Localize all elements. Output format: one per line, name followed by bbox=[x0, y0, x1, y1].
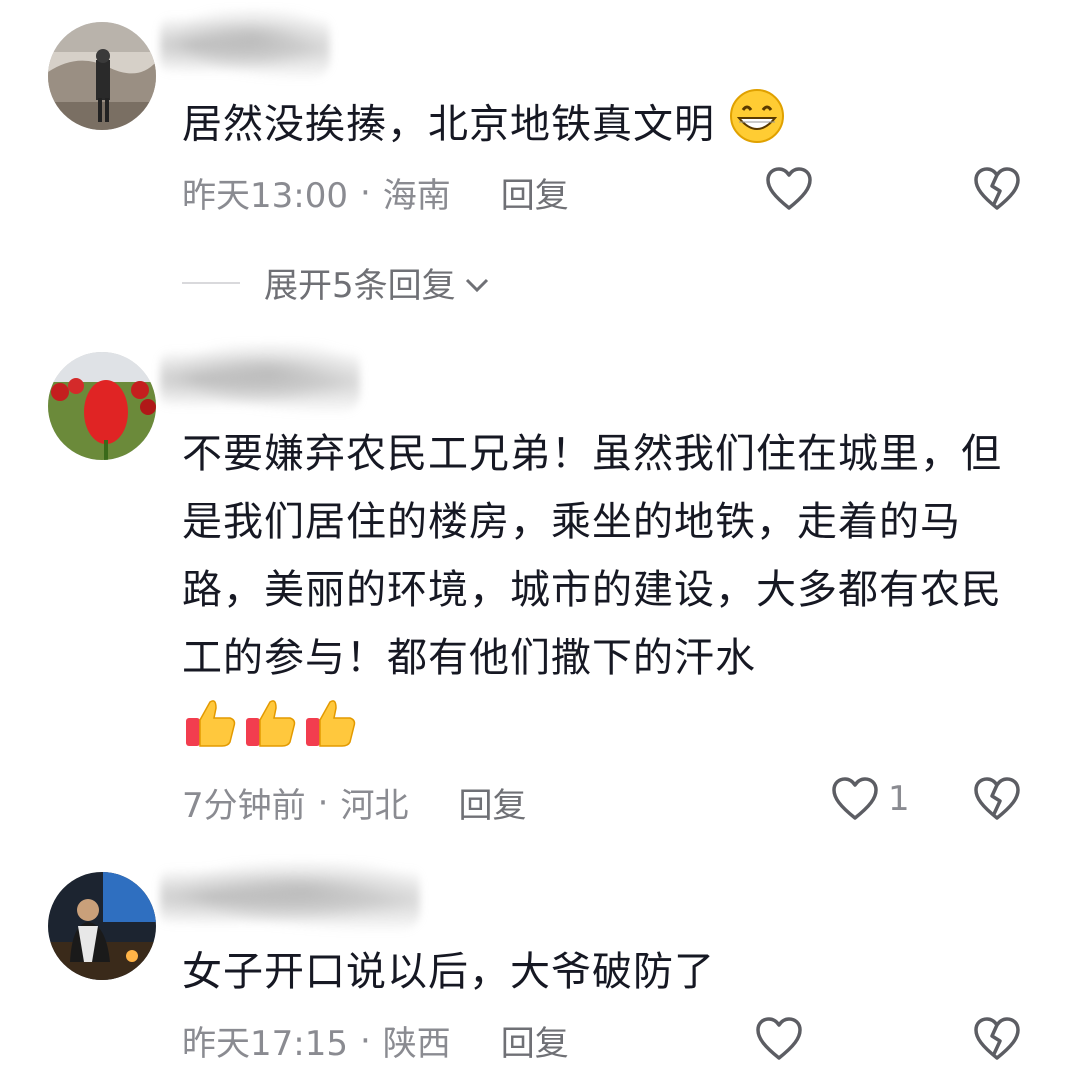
comment-text: 不要嫌弃农民工兄弟！虽然我们住在城里，但是我们居住的楼房，乘坐的地铁，走着的马路… bbox=[182, 431, 1002, 681]
comment-meta: 7分钟前 · 河北 回复 bbox=[182, 778, 526, 827]
comment-meta: 昨天13:00 · 海南 回复 bbox=[182, 168, 569, 217]
expand-replies-button[interactable]: 展开5条回复 bbox=[182, 258, 490, 307]
comment-meta: 昨天17:15 · 陕西 回复 bbox=[182, 1016, 569, 1065]
reply-button[interactable]: 回复 bbox=[501, 1016, 569, 1065]
heart-icon bbox=[766, 167, 812, 210]
reply-button[interactable]: 回复 bbox=[458, 778, 526, 827]
separator: · bbox=[359, 172, 371, 213]
grin-emoji-icon bbox=[729, 88, 785, 165]
separator: · bbox=[359, 1020, 371, 1061]
like-button[interactable]: 1 bbox=[830, 776, 910, 822]
thumbs-up-emoji-icon bbox=[302, 694, 360, 756]
broken-heart-icon bbox=[974, 1017, 1020, 1060]
heart-icon bbox=[756, 1017, 802, 1060]
broken-heart-icon bbox=[974, 777, 1020, 820]
thumbs-up-emoji-icon bbox=[242, 694, 300, 756]
username-blurred[interactable] bbox=[160, 862, 420, 932]
like-button[interactable] bbox=[764, 166, 814, 212]
like-count: 1 bbox=[888, 779, 910, 819]
reply-button[interactable]: 回复 bbox=[501, 168, 569, 217]
emoji-row bbox=[182, 694, 360, 756]
dislike-button[interactable] bbox=[972, 1016, 1022, 1062]
username-blurred[interactable] bbox=[160, 344, 360, 414]
comment-text: 女子开口说以后，大爷破防了 bbox=[182, 949, 715, 995]
divider-line bbox=[182, 281, 240, 284]
thumbs-up-emoji-icon bbox=[182, 694, 240, 756]
separator: · bbox=[317, 782, 329, 823]
timestamp: 昨天13:00 bbox=[182, 176, 348, 216]
dislike-button[interactable] bbox=[972, 776, 1022, 822]
timestamp: 7分钟前 bbox=[182, 786, 306, 826]
like-button[interactable] bbox=[754, 1016, 804, 1062]
timestamp: 昨天17:15 bbox=[182, 1024, 348, 1064]
heart-icon bbox=[832, 777, 878, 820]
avatar[interactable] bbox=[48, 352, 156, 460]
chevron-down-icon bbox=[464, 263, 490, 303]
location: 河北 bbox=[340, 786, 409, 826]
location: 海南 bbox=[382, 176, 451, 216]
username-blurred[interactable] bbox=[160, 10, 330, 80]
comment-text: 居然没挨揍，北京地铁真文明 bbox=[182, 88, 1042, 165]
broken-heart-icon bbox=[974, 167, 1020, 210]
avatar[interactable] bbox=[48, 22, 156, 130]
location: 陕西 bbox=[382, 1024, 451, 1064]
avatar[interactable] bbox=[48, 872, 156, 980]
dislike-button[interactable] bbox=[972, 166, 1022, 212]
